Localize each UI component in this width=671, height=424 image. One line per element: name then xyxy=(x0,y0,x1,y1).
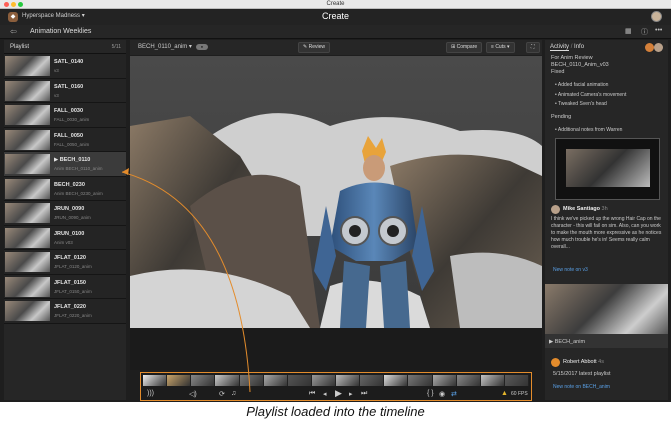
tab-activity[interactable]: Activity xyxy=(550,44,570,51)
status-text: Fixed xyxy=(551,69,565,75)
collaborator-avatar xyxy=(645,43,654,52)
pending-label: Pending xyxy=(551,114,572,120)
author-avatar xyxy=(551,358,560,367)
collaborator-avatar xyxy=(654,43,663,52)
annotation-arrow xyxy=(121,171,251,393)
shot-label: ▶ BECH_anim xyxy=(549,339,586,345)
second-link[interactable]: New note on BECH_anim xyxy=(553,384,610,390)
fixed-item: • Tweaked Sven's head xyxy=(555,101,607,107)
second-text: 5/15/2017 latest playlist xyxy=(553,371,611,377)
comment-text: I think we've picked up the wrong Hair C… xyxy=(551,216,662,250)
shot-preview[interactable]: ▶ BECH_anim xyxy=(545,284,668,348)
activity-tabs: Activity / Info xyxy=(550,44,585,51)
author-avatar xyxy=(551,205,560,214)
tab-info[interactable]: Info xyxy=(574,44,584,50)
comment-author: Mike Santiago 3h xyxy=(563,206,608,212)
review-for: For Anim Review xyxy=(551,55,593,61)
activity-panel: Activity / Info For Anim Review BECH_011… xyxy=(545,40,668,400)
second-author: Robert Abbott 4s xyxy=(563,359,604,365)
annotation-arrowhead xyxy=(122,168,129,175)
figure-caption: Playlist loaded into the timeline xyxy=(246,404,425,419)
note-attachment-thumbnail[interactable] xyxy=(555,138,660,200)
app-window: Create ◆ Hyperspace Madness ▾ Create ⇦ A… xyxy=(0,0,671,402)
pending-item: • Additional notes from Warren xyxy=(555,127,623,133)
version-name: BECH_0110_Anim_v03 xyxy=(551,62,609,68)
comment-link[interactable]: New note on v3 xyxy=(553,267,588,273)
fixed-item: • Animated Camera's movement xyxy=(555,92,627,98)
fixed-item: • Added facial animation xyxy=(555,82,609,88)
